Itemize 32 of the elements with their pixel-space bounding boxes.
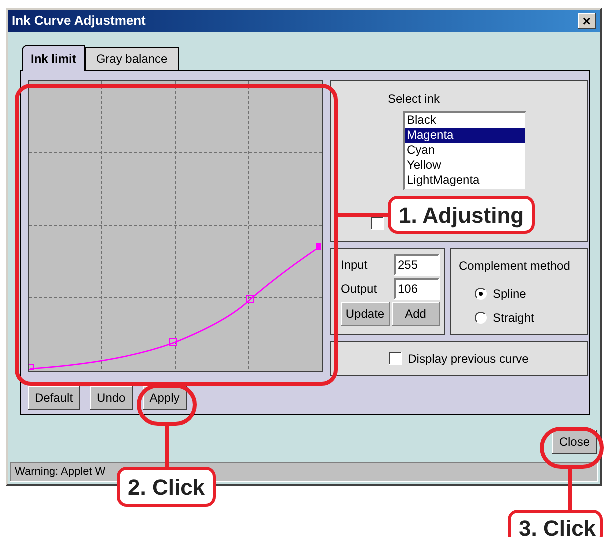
window-title: Ink Curve Adjustment (12, 12, 146, 30)
list-item[interactable]: Cyan (405, 143, 525, 158)
close-button[interactable]: Close (552, 430, 597, 454)
checkbox[interactable] (389, 352, 402, 365)
ink-listbox[interactable]: Black Magenta Cyan Yellow LightMagenta (403, 111, 527, 191)
output-field[interactable]: 106 (394, 278, 440, 300)
curve-button[interactable]: Undo (90, 386, 133, 410)
output-label: Output (341, 281, 378, 298)
annotation-callout: 3. Click (508, 510, 604, 537)
point-button[interactable]: Update (341, 302, 390, 326)
list-item[interactable]: Black (405, 113, 525, 128)
input-field[interactable]: 255 (394, 254, 440, 276)
list-item[interactable]: Magenta (405, 128, 525, 143)
status-text: Warning: Applet W (15, 464, 106, 480)
radio-label: Straight (493, 310, 534, 327)
curve-button[interactable]: Default (28, 386, 80, 410)
list-item[interactable]: Yellow (405, 158, 525, 173)
input-label: Input (341, 257, 368, 274)
complement-method-label: Complement method (459, 258, 572, 275)
select-ink-label: Select ink (388, 91, 440, 108)
checkbox[interactable] (371, 217, 384, 230)
tab[interactable]: Ink limit (22, 45, 86, 71)
annotation-callout: 1. Adjusting (388, 196, 536, 234)
radio-label: Spline (493, 286, 526, 303)
radio-button[interactable] (475, 312, 487, 324)
point-button[interactable]: Add (392, 302, 440, 326)
annotation-callout: 2. Click (117, 467, 216, 507)
radio-button[interactable] (475, 288, 487, 300)
close-button[interactable]: × (578, 13, 596, 29)
list-item[interactable]: LightMagenta (405, 173, 525, 188)
tab[interactable]: Gray balance (85, 47, 179, 70)
display-previous-curve-label: Display previous curve (408, 350, 529, 368)
